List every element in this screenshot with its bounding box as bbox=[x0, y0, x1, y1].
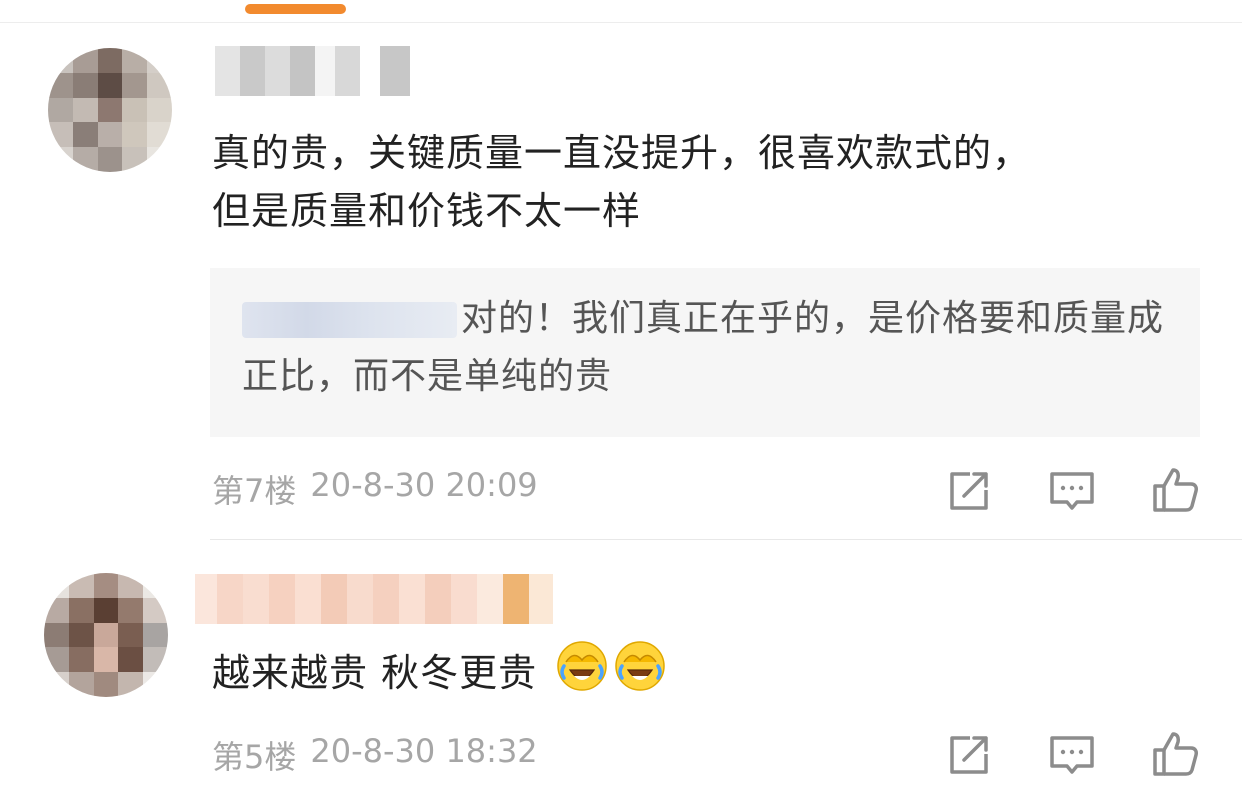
reply-button[interactable] bbox=[1042, 724, 1102, 784]
share-icon bbox=[950, 736, 988, 774]
avatar[interactable] bbox=[44, 573, 168, 697]
tab-active-indicator bbox=[245, 4, 346, 14]
share-icon bbox=[950, 472, 988, 510]
comment-text-line: 真的贵，关键质量一直没提升，很喜欢款式的， bbox=[212, 131, 1032, 175]
comment-icon bbox=[1050, 472, 1094, 510]
floor-number: 第5楼 bbox=[212, 738, 297, 776]
like-button[interactable] bbox=[1145, 724, 1205, 784]
comment-actions bbox=[940, 724, 1205, 784]
reply-text-container: 对的！我们真正在乎的，是价格要和质量成正比，而不是单纯的贵 bbox=[242, 290, 1172, 406]
comment-text-line: 但是质量和价钱不太一样 bbox=[212, 189, 642, 233]
reply-username-blurred[interactable] bbox=[242, 302, 457, 338]
username-blurred[interactable] bbox=[215, 46, 410, 96]
top-tab-bar bbox=[0, 0, 1242, 23]
comment-meta: 第7楼 20-8-30 20:09 bbox=[212, 466, 538, 512]
reply-box[interactable]: 对的！我们真正在乎的，是价格要和质量成正比，而不是单纯的贵 bbox=[210, 268, 1200, 437]
share-button[interactable] bbox=[940, 460, 1000, 520]
timestamp: 20-8-30 18:32 bbox=[310, 732, 538, 770]
thumbs-up-icon bbox=[1153, 732, 1198, 776]
comment-divider bbox=[210, 539, 1242, 540]
comment-actions bbox=[940, 460, 1205, 520]
laugh-cry-emoji bbox=[556, 640, 608, 692]
reply-button[interactable] bbox=[1042, 460, 1102, 520]
thumbs-up-icon bbox=[1153, 468, 1198, 512]
share-button[interactable] bbox=[940, 724, 1000, 784]
avatar[interactable] bbox=[48, 48, 172, 172]
username-blurred[interactable] bbox=[195, 574, 577, 624]
laugh-cry-emoji bbox=[614, 640, 666, 692]
comment-meta: 第5楼 20-8-30 18:32 bbox=[212, 732, 538, 778]
timestamp: 20-8-30 20:09 bbox=[310, 466, 538, 504]
comment-icon bbox=[1050, 736, 1094, 774]
floor-number: 第7楼 bbox=[212, 472, 297, 510]
comment-text: 真的贵，关键质量一直没提升，很喜欢款式的， 但是质量和价钱不太一样 bbox=[212, 124, 1031, 240]
like-button[interactable] bbox=[1145, 460, 1205, 520]
comment-text: 越来越贵 秋冬更贵 bbox=[212, 640, 666, 702]
comment-text-line: 越来越贵 秋冬更贵 bbox=[212, 651, 538, 695]
